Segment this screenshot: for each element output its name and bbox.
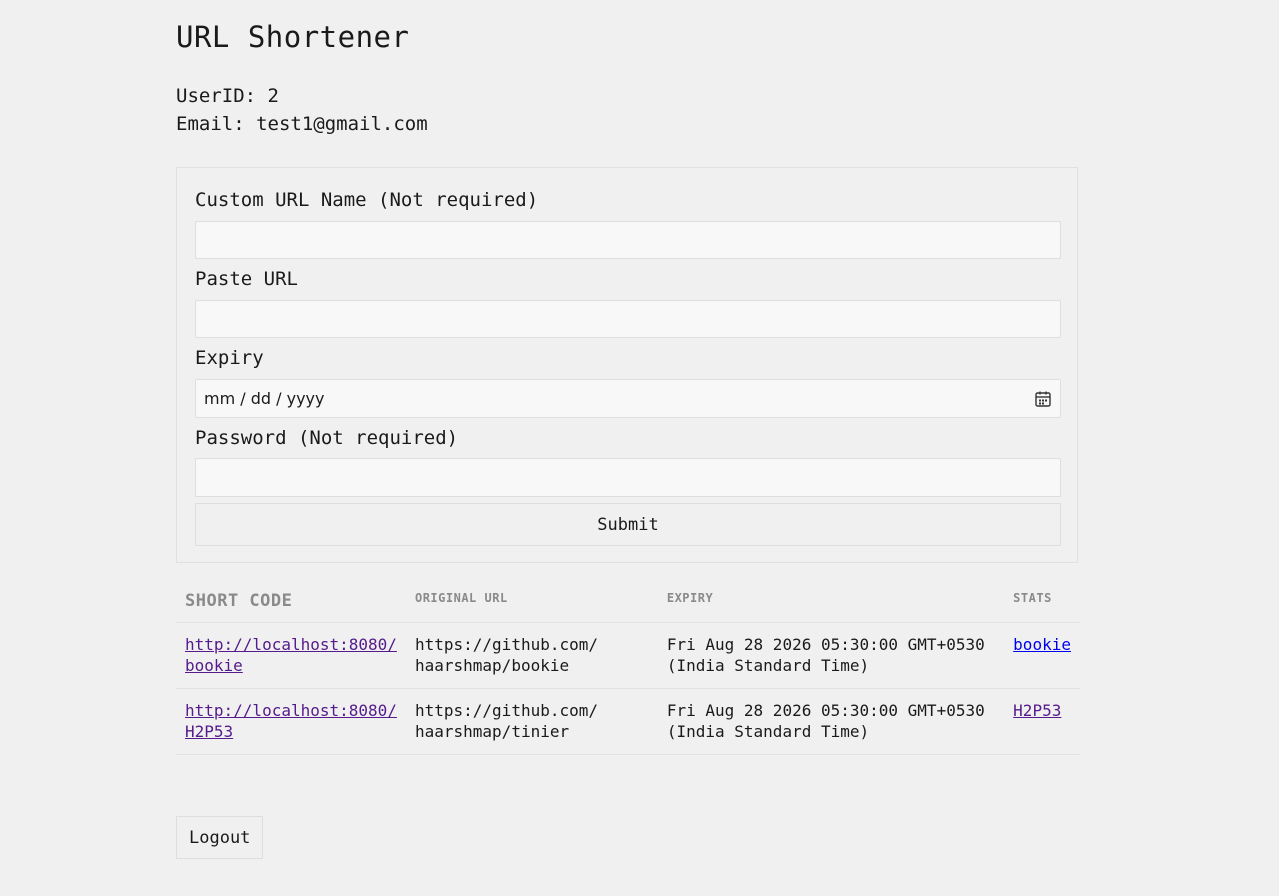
user-id: UserID: 2	[176, 85, 279, 107]
stats-link[interactable]: bookie	[1013, 635, 1071, 654]
short-code-cell: http://localhost:8080/bookie	[176, 622, 406, 689]
original-url-cell: https://github.com/haarshmap/tinier	[405, 688, 658, 755]
paste-url-input[interactable]	[195, 300, 1061, 338]
logout-button[interactable]: Logout	[176, 816, 264, 859]
shorten-form: Custom URL Name (Not required) Paste URL…	[176, 167, 1078, 563]
user-info: UserID: 2 Email: test1@gmail.com	[176, 82, 428, 138]
paste-url-label: Paste URL	[195, 268, 298, 290]
header-original-url: ORIGINAL URL	[405, 577, 658, 623]
header-short-code: SHORT CODE	[176, 577, 406, 623]
expiry-label: Expiry	[195, 347, 264, 369]
header-stats: STATS	[1004, 577, 1080, 623]
original-url-cell: https://github.com/haarshmap/bookie	[405, 622, 658, 689]
expiry-cell: Fri Aug 28 2026 05:30:00 GMT+0530 (India …	[657, 622, 1005, 689]
expiry-date-input[interactable]: mm / dd / yyyy	[195, 379, 1061, 418]
expiry-placeholder: mm / dd / yyyy	[204, 389, 325, 408]
submit-button[interactable]: Submit	[195, 503, 1061, 546]
short-url-link[interactable]: http://localhost:8080/bookie	[185, 635, 397, 675]
header-expiry: EXPIRY	[657, 577, 1005, 623]
stats-cell: H2P53	[1004, 688, 1080, 755]
table-row: http://localhost:8080/H2P53 https://gith…	[176, 688, 1080, 755]
table-header-row: SHORT CODE ORIGINAL URL EXPIRY STATS	[176, 577, 1080, 623]
stats-cell: bookie	[1004, 622, 1080, 689]
stats-link[interactable]: H2P53	[1013, 701, 1061, 720]
password-input[interactable]	[195, 458, 1061, 497]
user-email: Email: test1@gmail.com	[176, 113, 428, 135]
urls-table: SHORT CODE ORIGINAL URL EXPIRY STATS htt…	[176, 577, 1080, 755]
custom-name-input[interactable]	[195, 221, 1061, 259]
short-url-link[interactable]: http://localhost:8080/H2P53	[185, 701, 397, 741]
password-label: Password (Not required)	[195, 427, 459, 449]
expiry-cell: Fri Aug 28 2026 05:30:00 GMT+0530 (India …	[657, 688, 1005, 755]
short-code-cell: http://localhost:8080/H2P53	[176, 688, 406, 755]
calendar-icon[interactable]	[1034, 390, 1052, 408]
custom-name-label: Custom URL Name (Not required)	[195, 189, 539, 211]
table-row: http://localhost:8080/bookie https://git…	[176, 622, 1080, 689]
page-title: URL Shortener	[176, 20, 410, 54]
